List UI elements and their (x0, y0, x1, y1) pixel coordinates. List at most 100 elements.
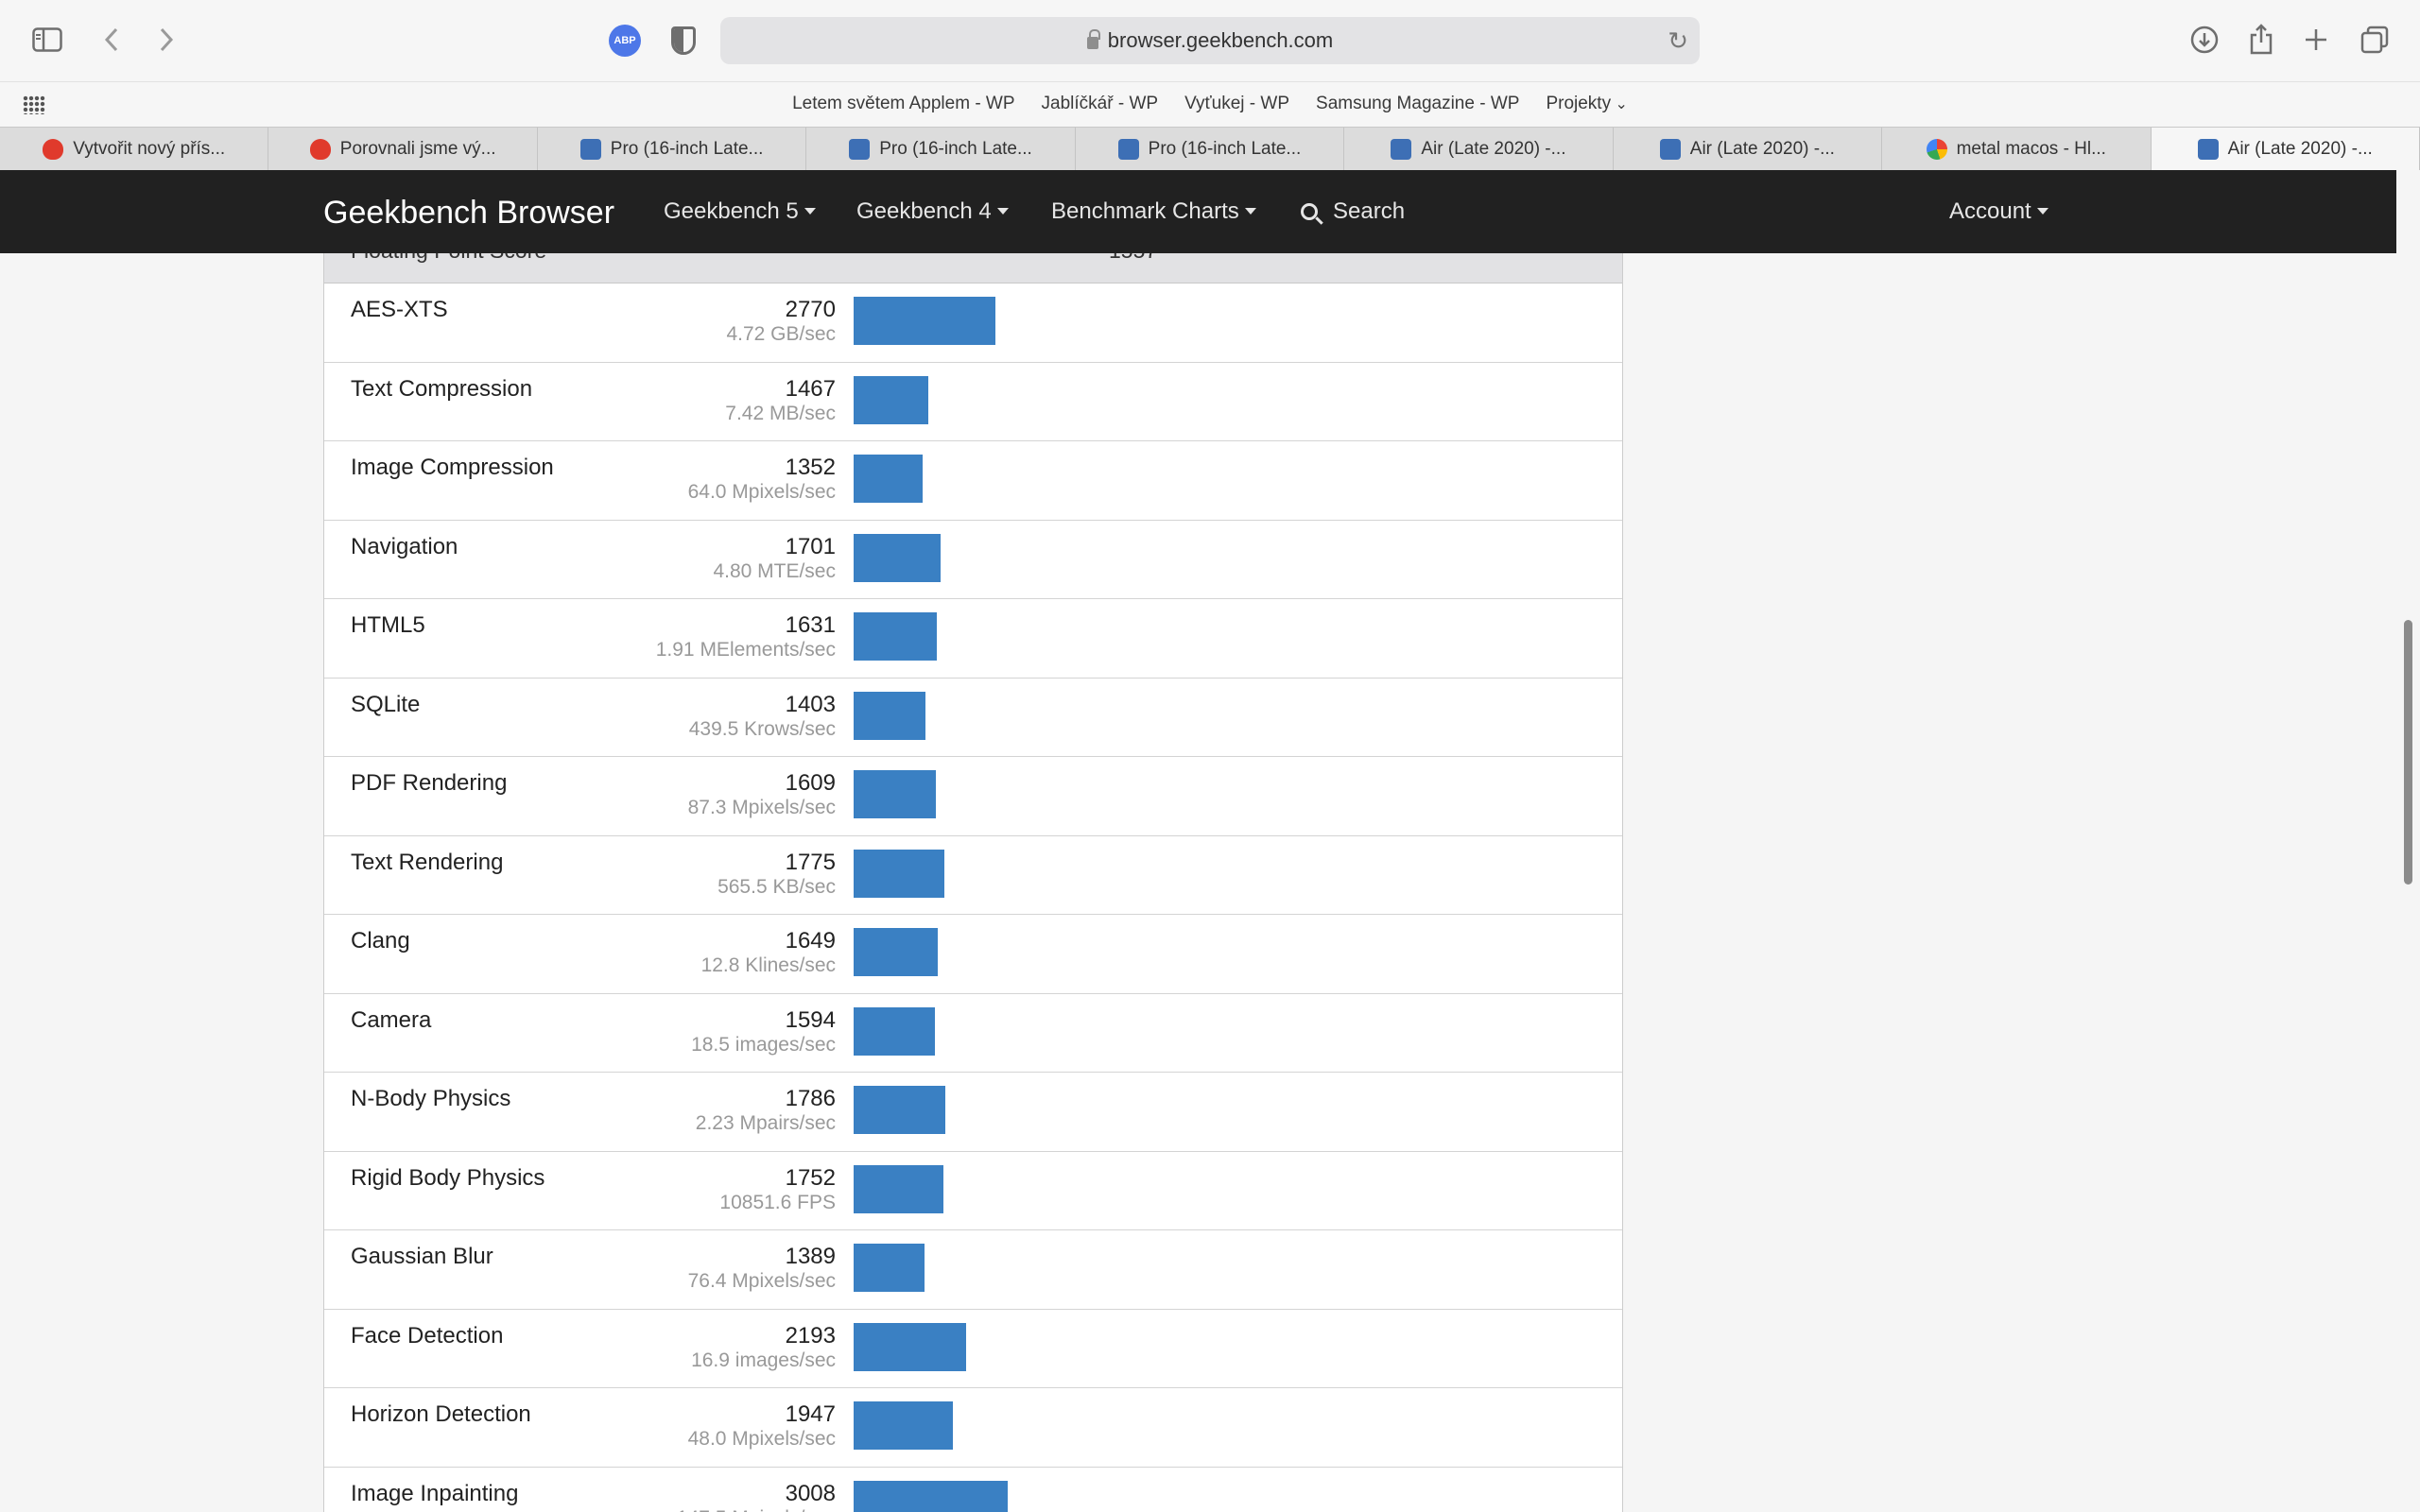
table-row: Horizon Detection 1947 48.0 Mpixels/sec (324, 1388, 1622, 1468)
score-bar (854, 849, 944, 898)
geekbench-favicon-icon (579, 138, 601, 160)
sidebar-toggle-icon[interactable] (28, 21, 66, 59)
section-label: Floating Point Score (351, 253, 546, 264)
reload-icon[interactable]: ↻ (1668, 26, 1688, 56)
tab-overview-icon[interactable] (2356, 21, 2394, 59)
benchmark-rate: 4.80 MTE/sec (713, 559, 836, 582)
browser-tab[interactable]: Porovnali jsme vý... (268, 128, 538, 170)
benchmark-score: 1701 (785, 533, 836, 559)
favorite-link[interactable]: Jablíčkář - WP (1042, 94, 1159, 114)
brand-logo[interactable]: Geekbench Browser (323, 195, 614, 232)
nav-geekbench5-dropdown[interactable]: Geekbench 5 (664, 198, 816, 225)
table-row: AES-XTS 2770 4.72 GB/sec (324, 284, 1622, 363)
table-row: Camera 1594 18.5 images/sec (324, 994, 1622, 1073)
tab-bar: Vytvořit nový přís... Porovnali jsme vý..… (0, 127, 2420, 170)
benchmark-score: 1631 (785, 612, 836, 638)
browser-tab[interactable]: Pro (16-inch Late... (1076, 128, 1345, 170)
score-bar (854, 770, 936, 818)
benchmark-rate: 439.5 Krows/sec (688, 717, 836, 740)
browser-tab[interactable]: Pro (16-inch Late... (538, 128, 807, 170)
benchmark-score: 1389 (785, 1244, 836, 1269)
table-row: Clang 1649 12.8 Klines/sec (324, 915, 1622, 994)
browser-tab[interactable]: metal macos - Hl... (1882, 128, 2152, 170)
benchmark-name: Camera (351, 1006, 432, 1033)
score-bar (854, 1244, 925, 1292)
benchmark-rate: 565.5 KB/sec (717, 875, 836, 898)
geekbench-favicon-icon (1117, 138, 1139, 160)
url-text: browser.geekbench.com (1107, 28, 1334, 52)
geekbench-favicon-icon (849, 138, 871, 160)
lock-icon (1086, 28, 1100, 49)
tab-label: Pro (16-inch Late... (1148, 138, 1302, 159)
nav-search-label: Search (1333, 198, 1406, 224)
benchmark-name: Image Compression (351, 455, 554, 480)
table-row: Rigid Body Physics 1752 10851.6 FPS (324, 1152, 1622, 1230)
forward-icon[interactable] (147, 21, 185, 59)
new-tab-icon[interactable] (2297, 21, 2335, 59)
browser-tab[interactable]: Air (Late 2020) -... (2151, 128, 2420, 170)
benchmark-name: Horizon Detection (351, 1401, 531, 1427)
score-bar (854, 612, 937, 661)
favorite-link[interactable]: Samsung Magazine - WP (1316, 94, 1519, 114)
benchmark-rate: 7.42 MB/sec (725, 402, 836, 424)
benchmark-rate: 87.3 Mpixels/sec (687, 797, 836, 818)
adblock-extension-icon[interactable]: ABP (609, 25, 641, 57)
score-bar (854, 533, 941, 582)
tab-label: Air (Late 2020) -... (2227, 138, 2373, 159)
address-bar[interactable]: browser.geekbench.com ↻ (720, 17, 1700, 64)
table-row: Text Rendering 1775 565.5 KB/sec (324, 836, 1622, 915)
apple-favicon-icon (309, 138, 331, 160)
benchmark-name: PDF Rendering (351, 770, 508, 796)
section-score: 1557 (1109, 253, 1157, 264)
table-row: PDF Rendering 1609 87.3 Mpixels/sec (324, 757, 1622, 836)
favorite-link[interactable]: Letem světem Applem - WP (792, 94, 1014, 114)
score-bar (854, 375, 928, 424)
tab-label: Pro (16-inch Late... (879, 138, 1032, 159)
share-icon[interactable] (2242, 21, 2280, 59)
score-bar (854, 928, 938, 976)
benchmark-rate: 12.8 Klines/sec (700, 954, 836, 976)
nav-geekbench4-dropdown[interactable]: Geekbench 4 (856, 198, 1009, 225)
table-row: HTML5 1631 1.91 MElements/sec (324, 599, 1622, 679)
benchmark-score: 1594 (785, 1006, 836, 1033)
benchmark-rate: 10851.6 FPS (719, 1191, 836, 1213)
table-row: Image Compression 1352 64.0 Mpixels/sec (324, 441, 1622, 521)
benchmark-name: Text Compression (351, 375, 533, 402)
benchmark-table: Floating Point Score 1557 AES-XTS 27704.7… (323, 253, 1623, 1512)
favorite-link[interactable]: Vyťukej - WP (1184, 94, 1289, 114)
benchmark-name: Image Inpainting (351, 1480, 519, 1506)
tab-label: Vytvořit nový přís... (73, 138, 226, 159)
favorite-folder-projekty[interactable]: Projekty (1546, 94, 1628, 114)
back-icon[interactable] (93, 21, 130, 59)
benchmark-rate: 18.5 images/sec (691, 1033, 836, 1056)
table-row: Image Inpainting 3008147.5 Mpixels/sec (324, 1468, 1622, 1512)
score-bar (854, 455, 923, 503)
benchmark-rate: 16.9 images/sec (691, 1349, 836, 1371)
score-bar (854, 1480, 1008, 1512)
benchmark-name: Text Rendering (351, 849, 504, 875)
table-section-header: Floating Point Score 1557 (324, 253, 1622, 284)
browser-toolbar: ABP browser.geekbench.com ↻ (0, 0, 2420, 81)
benchmark-score: 1649 (785, 928, 836, 954)
browser-tab[interactable]: Air (Late 2020) -... (1614, 128, 1883, 170)
table-row: N-Body Physics 1786 2.23 Mpairs/sec (324, 1073, 1622, 1152)
nav-search-link[interactable]: Search (1301, 198, 1405, 225)
geekbench-favicon-icon (1659, 138, 1681, 160)
nav-benchmark-charts-dropdown[interactable]: Benchmark Charts (1051, 198, 1256, 225)
benchmark-rate: 76.4 Mpixels/sec (687, 1270, 836, 1292)
nav-account-dropdown[interactable]: Account (1949, 198, 2048, 225)
benchmark-name: Clang (351, 928, 410, 954)
page-content: Floating Point Score 1557 AES-XTS 27704.7… (0, 253, 2396, 1512)
scrollbar-thumb[interactable] (2404, 620, 2412, 885)
browser-tab[interactable]: Air (Late 2020) -... (1344, 128, 1614, 170)
browser-tab[interactable]: Vytvořit nový přís... (0, 128, 269, 170)
downloads-icon[interactable] (2186, 21, 2223, 59)
score-bar (854, 1086, 945, 1134)
benchmark-name: N-Body Physics (351, 1086, 511, 1111)
privacy-shield-icon[interactable] (671, 26, 696, 55)
favorites-bar: Letem světem Applem - WP Jablíčkář - WP … (0, 81, 2420, 127)
apple-favicon-icon (43, 138, 64, 160)
browser-tab[interactable]: Pro (16-inch Late... (806, 128, 1076, 170)
page-scrollbar[interactable] (2396, 170, 2420, 1512)
benchmark-rate: 48.0 Mpixels/sec (687, 1428, 836, 1450)
